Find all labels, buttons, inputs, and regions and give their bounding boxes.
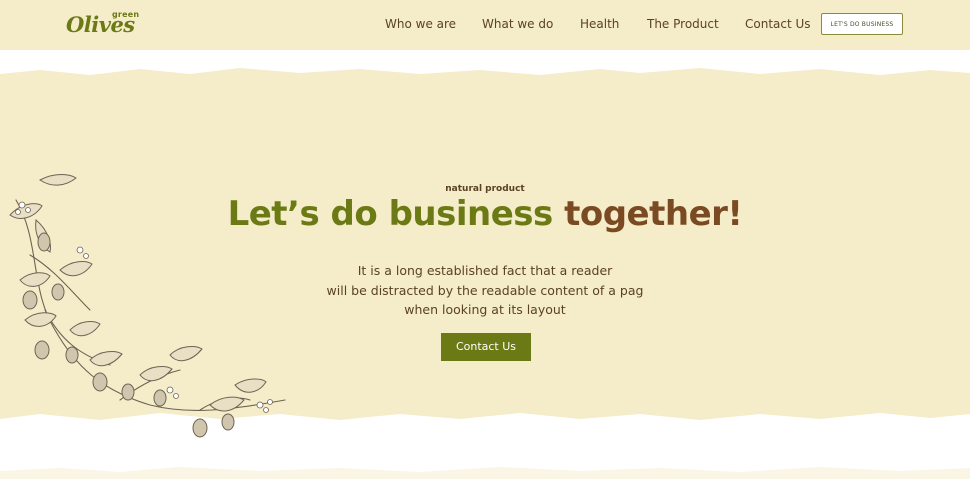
contact-us-button[interactable]: Contact Us [441, 333, 531, 361]
hero-headline: Let’s do business together! [0, 194, 970, 234]
headline-brown-part: together! [564, 194, 743, 234]
headline-green-part: Let’s do business [227, 194, 554, 234]
hero-description-line: It is a long established fact that a rea… [357, 263, 613, 278]
hero-description-line: will be distracted by the readable conte… [326, 282, 644, 298]
nav-what-we-do[interactable]: What we do [482, 17, 553, 31]
nav-health[interactable]: Health [580, 17, 619, 31]
logo[interactable]: green Olives [66, 8, 146, 38]
logo-wordmark: Olives [66, 12, 135, 37]
hero-description: It is a long established fact that a rea… [0, 261, 970, 320]
nav-the-product[interactable]: The Product [647, 17, 719, 31]
hero-description-line: when looking at its layout [404, 302, 566, 317]
lets-do-business-button[interactable]: LET'S DO BUSINESS [821, 13, 903, 35]
hero-eyebrow: natural product [445, 184, 525, 194]
nav-who-we-are[interactable]: Who we are [385, 17, 456, 31]
site-header: green Olives Who we are What we do Healt… [0, 0, 970, 50]
nav-contact-us[interactable]: Contact Us [745, 17, 811, 31]
